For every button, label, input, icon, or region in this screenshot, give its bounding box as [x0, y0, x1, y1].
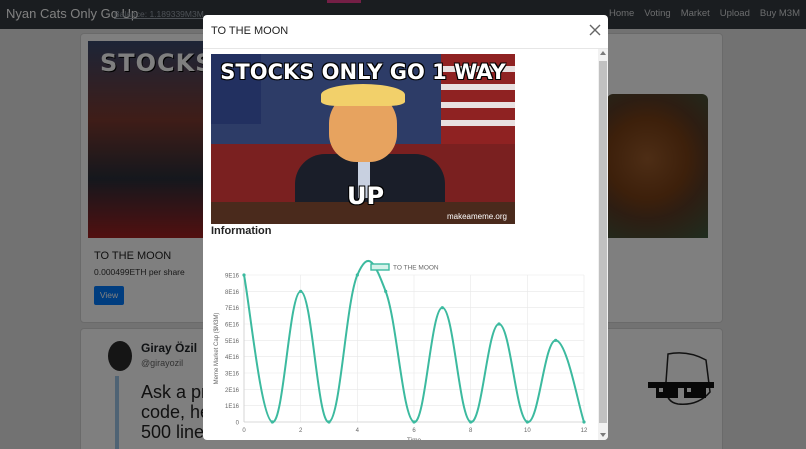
x-axis-label: Time — [407, 437, 422, 440]
modal-scrollbar[interactable] — [598, 49, 608, 440]
data-point — [384, 289, 388, 293]
data-point — [582, 420, 586, 424]
y-tick-label: 6E16 — [225, 323, 240, 329]
information-heading: Information — [211, 225, 272, 237]
market-cap-line-chart: 0 1E16 2E16 3E16 4E16 5E16 6E16 7E16 8E16 9E16 0 2 4… — [214, 260, 588, 440]
data-point — [299, 289, 303, 293]
y-tick-label: 8E16 — [225, 290, 240, 296]
meme-bottom-text: UP — [347, 182, 385, 210]
modal-header: TO THE MOON — [203, 15, 608, 49]
x-tick-label: 12 — [581, 428, 588, 434]
x-tick-label: 4 — [356, 428, 360, 434]
x-tick-label: 6 — [412, 428, 416, 434]
scroll-up-arrow-icon[interactable] — [600, 51, 606, 55]
data-point — [554, 338, 558, 342]
y-tick-label: 5E16 — [225, 339, 240, 345]
data-point — [469, 420, 473, 424]
meme-image: STOCKS ONLY GO 1 WAY UP makeameme.org — [211, 54, 515, 224]
data-point — [412, 420, 416, 424]
x-tick-label: 10 — [524, 428, 531, 434]
y-tick-label: 4E16 — [225, 355, 240, 361]
data-point — [440, 306, 444, 310]
x-tick-label: 8 — [469, 428, 473, 434]
y-tick-label: 0 — [236, 421, 240, 427]
meme-hair — [321, 84, 405, 106]
data-point — [327, 420, 331, 424]
y-axis-label: Meme Market Cap ($M3M) — [214, 313, 220, 385]
y-tick-label: 9E16 — [225, 274, 240, 280]
data-point — [525, 420, 529, 424]
x-tick-label: 0 — [242, 428, 246, 434]
meme-detail-modal: TO THE MOON STOCKS ONLY GO 1 WAY UP make… — [203, 15, 608, 440]
scroll-down-arrow-icon[interactable] — [600, 433, 606, 437]
data-point — [270, 420, 274, 424]
data-point — [355, 273, 359, 277]
meme-top-text: STOCKS ONLY GO 1 WAY — [220, 60, 506, 84]
data-point — [497, 322, 501, 326]
y-tick-label: 3E16 — [225, 372, 240, 378]
y-tick-label: 1E16 — [225, 404, 240, 410]
legend-swatch — [370, 263, 390, 271]
x-tick-label: 2 — [299, 428, 303, 434]
data-point — [242, 273, 246, 277]
scrollbar-thumb[interactable] — [599, 61, 607, 423]
modal-title: TO THE MOON — [211, 25, 289, 37]
meme-watermark: makeameme.org — [446, 212, 507, 221]
close-icon[interactable] — [588, 23, 602, 37]
y-tick-label: 7E16 — [225, 306, 240, 312]
legend-label: TO THE MOON — [393, 265, 439, 272]
y-tick-label: 2E16 — [225, 388, 240, 394]
